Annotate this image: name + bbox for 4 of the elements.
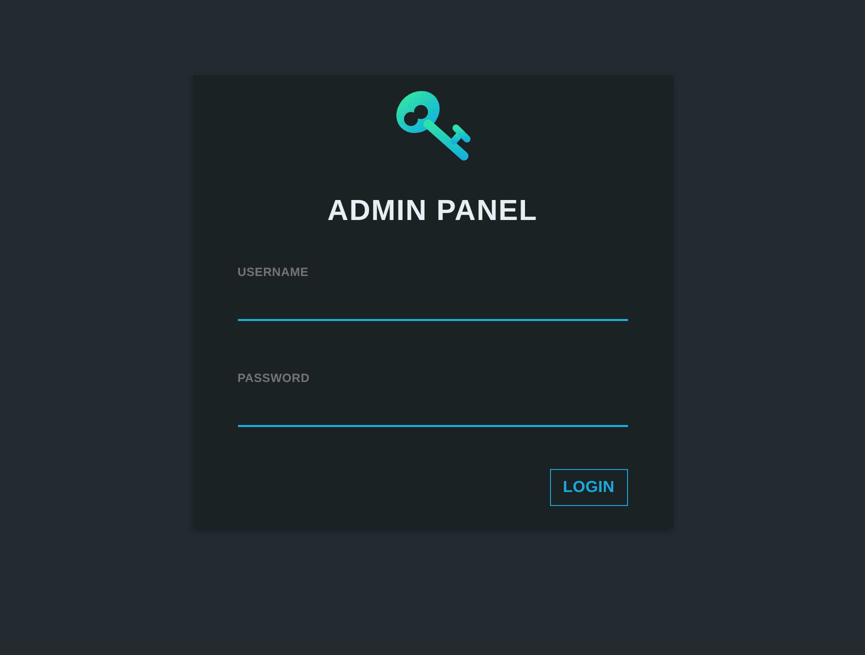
panel-title: ADMIN PANEL [326, 194, 539, 228]
field-label: PASSWORD [238, 371, 311, 385]
field-label: USERNAME [238, 265, 310, 279]
login-button[interactable]: LOGIN [550, 469, 628, 506]
